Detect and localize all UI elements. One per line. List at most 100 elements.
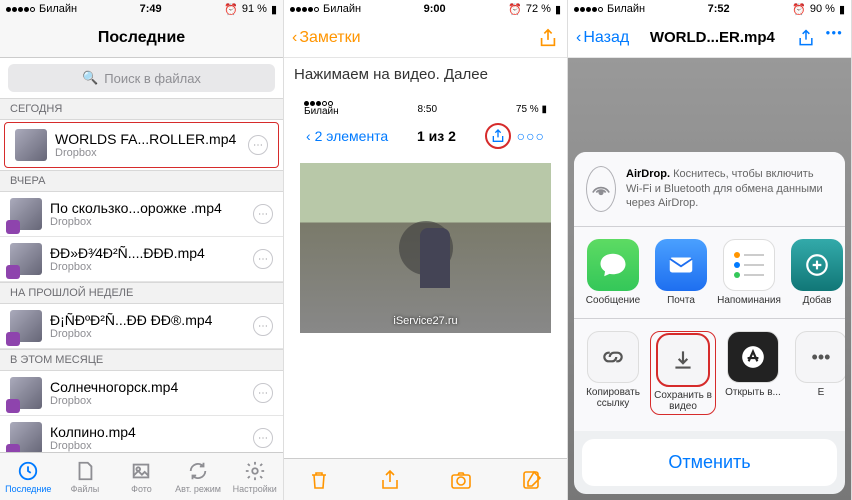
share-app-reminders[interactable]: Напоминания: [718, 239, 780, 306]
alarm-icon: ⏰: [224, 3, 238, 16]
file-thumbnail: [10, 310, 42, 342]
file-name: Ð¡ÑÐºÐ²Ñ...ÐÐ ÐÐ®.mp4: [50, 312, 245, 328]
airdrop-text: AirDrop. Коснитесь, чтобы включить Wi-Fi…: [626, 167, 833, 212]
file-thumbnail: [10, 198, 42, 230]
search-icon: 🔍: [82, 70, 98, 86]
file-row[interactable]: Ð¡ÑÐºÐ²Ñ...ÐÐ ÐÐ®.mp4 Dropbox ⋯: [0, 304, 283, 349]
carrier-label: Билайн: [323, 3, 361, 15]
file-row[interactable]: По скользко...орожке .mp4 Dropbox ⋯: [0, 192, 283, 237]
action-open-in[interactable]: Открыть в...: [722, 331, 784, 415]
inner-battery: 75 %: [516, 104, 539, 115]
cancel-label: Отменить: [668, 452, 750, 472]
nav-bar: ‹ Заметки: [284, 18, 567, 58]
chevron-left-icon: ‹: [576, 29, 581, 47]
tab-photos[interactable]: Фото: [113, 453, 170, 500]
share-app-label: Почта: [667, 295, 695, 306]
share-app-messages[interactable]: Сообщение: [582, 239, 644, 306]
gear-icon: [243, 460, 267, 482]
action-more[interactable]: ••• Е: [790, 331, 845, 415]
battery-icon: ▮: [839, 3, 845, 16]
battery-label: 90 %: [810, 3, 835, 15]
share-sheet: AirDrop. Коснитесь, чтобы включить Wi-Fi…: [574, 152, 845, 494]
battery-label: 91 %: [242, 3, 267, 15]
file-source: Dropbox: [55, 147, 240, 159]
trash-icon[interactable]: [307, 468, 331, 492]
appstore-icon: [727, 331, 779, 383]
airdrop-row[interactable]: AirDrop. Коснитесь, чтобы включить Wi-Fi…: [574, 152, 845, 227]
back-button[interactable]: ‹ Заметки: [292, 29, 361, 47]
tab-settings[interactable]: Настройки: [226, 453, 283, 500]
compose-icon[interactable]: [520, 468, 544, 492]
file-thumbnail: [10, 377, 42, 409]
alarm-icon: ⏰: [792, 3, 806, 16]
more-icon[interactable]: ⋯: [253, 204, 273, 224]
chevron-left-icon: ‹: [292, 29, 297, 47]
file-name: ÐÐ»Ð³⁄4Ð²Ñ....ÐÐÐ.mp4: [50, 245, 245, 261]
add-icon: [791, 239, 843, 291]
tab-label: Авт. режим: [175, 484, 221, 494]
share-app-more[interactable]: Добав: [786, 239, 845, 306]
signal-dots-icon: [574, 7, 603, 12]
back-label: Назад: [583, 29, 629, 47]
file-thumbnail: [10, 422, 42, 454]
notes-toolbar: [284, 458, 567, 500]
camera-icon[interactable]: [449, 468, 473, 492]
file-source: Dropbox: [50, 395, 245, 407]
more-icon[interactable]: ⋯: [253, 316, 273, 336]
share-icon[interactable]: [796, 28, 816, 48]
battery-icon: ▮: [555, 3, 561, 16]
cancel-button[interactable]: Отменить: [582, 439, 837, 486]
action-copy-link[interactable]: Копировать ссылку: [582, 331, 644, 415]
page-title: Последние: [30, 29, 253, 47]
search-input[interactable]: 🔍 Поиск в файлах: [8, 64, 275, 92]
inner-counter: 1 из 2: [417, 128, 456, 144]
more-icon[interactable]: ●●●: [826, 28, 844, 48]
inner-back-button[interactable]: ‹ 2 элемента: [306, 128, 388, 144]
more-icon[interactable]: ○○○: [517, 128, 545, 144]
note-text[interactable]: Нажимаем на видео. Далее: [284, 58, 567, 91]
video-preview[interactable]: iService27.ru: [300, 163, 551, 333]
more-icon[interactable]: ⋯: [248, 135, 268, 155]
share-icon[interactable]: [378, 468, 402, 492]
inner-status-bar: Билайн 8:50 75 % ▮: [300, 99, 551, 119]
file-row[interactable]: WORLDS FA...ROLLER.mp4 Dropbox ⋯: [4, 122, 279, 168]
tab-recent[interactable]: Последние: [0, 453, 57, 500]
more-icon[interactable]: ⋯: [253, 249, 273, 269]
nav-bar: ‹ Назад WORLD...ER.mp4 ●●●: [568, 18, 851, 58]
file-row[interactable]: Солнечногорск.mp4 Dropbox ⋯: [0, 371, 283, 416]
clock: 7:52: [708, 3, 730, 15]
file-source: Dropbox: [50, 440, 245, 452]
photo-icon: [129, 460, 153, 482]
action-label: Открыть в...: [725, 387, 781, 398]
inner-nav: ‹ 2 элемента 1 из 2 ○○○: [300, 119, 551, 153]
share-app-mail[interactable]: Почта: [650, 239, 712, 306]
back-button[interactable]: ‹ Назад: [576, 29, 629, 47]
file-row[interactable]: ÐÐ»Ð³⁄4Ð²Ñ....ÐÐÐ.mp4 Dropbox ⋯: [0, 237, 283, 282]
messages-icon: [587, 239, 639, 291]
phone-3-share-sheet: Билайн 7:52 ⏰ 90 % ▮ ‹ Назад WORLD...ER.…: [568, 0, 852, 500]
phone-1-files-recent: Билайн 7:49 ⏰ 91 % ▮ Последние 🔍 Поиск в…: [0, 0, 284, 500]
save-video-icon: [657, 334, 709, 386]
phone-2-notes: Билайн 9:00 ⏰ 72 % ▮ ‹ Заметки Нажимаем …: [284, 0, 568, 500]
share-button[interactable]: [537, 27, 559, 49]
status-bar: Билайн 7:49 ⏰ 91 % ▮: [0, 0, 283, 18]
more-icon[interactable]: ⋯: [253, 428, 273, 448]
link-icon: [587, 331, 639, 383]
signal-dots-icon: [6, 7, 35, 12]
tab-files[interactable]: Файлы: [57, 453, 114, 500]
tab-label: Фото: [131, 484, 152, 494]
file-icon: [73, 460, 97, 482]
file-thumbnail: [10, 243, 42, 275]
share-apps-row: Сообщение Почта Напоминания: [574, 227, 845, 319]
inner-clock: 8:50: [418, 104, 437, 115]
more-icon[interactable]: ⋯: [253, 383, 273, 403]
tab-auto[interactable]: Авт. режим: [170, 453, 227, 500]
file-source: Dropbox: [50, 328, 245, 340]
section-header: ВЧЕРА: [0, 170, 283, 192]
mail-icon: [655, 239, 707, 291]
file-name: WORLDS FA...ROLLER.mp4: [55, 131, 240, 147]
action-save-video[interactable]: Сохранить в видео: [650, 331, 716, 415]
share-highlight: [485, 123, 511, 149]
status-bar: Билайн 7:52 ⏰ 90 % ▮: [568, 0, 851, 18]
share-icon[interactable]: [490, 128, 506, 144]
